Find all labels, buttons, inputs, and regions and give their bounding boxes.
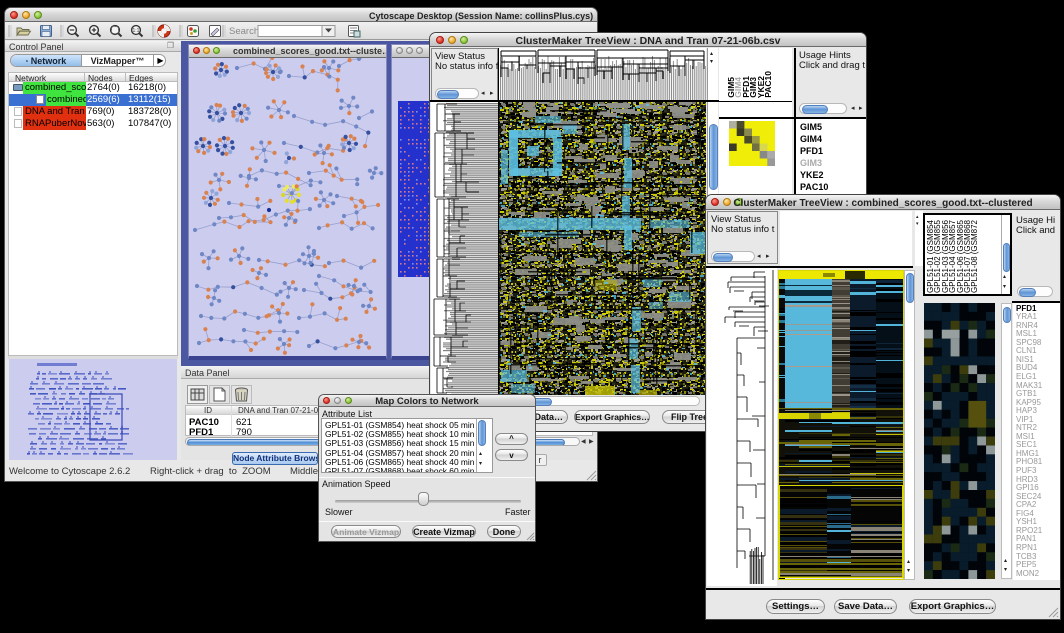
svg-text:Search:: Search: <box>229 26 262 37</box>
svg-text:1:1: 1:1 <box>133 28 140 34</box>
